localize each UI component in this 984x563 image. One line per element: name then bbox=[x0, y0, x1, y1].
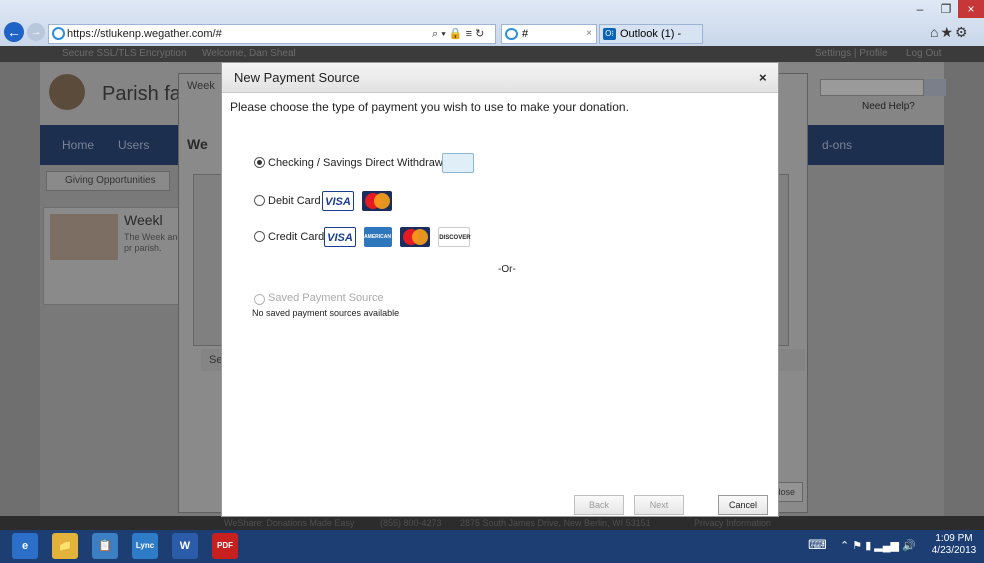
tab-label: # bbox=[522, 28, 529, 40]
debit-logos: VISA bbox=[322, 191, 397, 213]
or-separator: -Or- bbox=[498, 264, 516, 275]
background-dialog-title: We bbox=[187, 136, 208, 152]
dialog-title: New Payment Source bbox=[234, 70, 360, 85]
dialog-instruction: Please choose the type of payment you wi… bbox=[230, 100, 629, 114]
site-footer: WeShare: Donations Made Easy (855) 800-4… bbox=[0, 516, 984, 530]
weekly-card-title: Weekl bbox=[124, 212, 163, 228]
mastercard-logo bbox=[362, 191, 393, 211]
next-button[interactable]: Next bbox=[634, 495, 684, 515]
footer-privacy-link[interactable]: Privacy Information bbox=[694, 516, 771, 530]
back-button[interactable]: ← bbox=[4, 22, 24, 42]
tab-close-icon[interactable]: × bbox=[586, 25, 592, 43]
parish-logo bbox=[49, 74, 85, 110]
address-tools[interactable]: ⌕ ▾ 🔒 ≡ ↻ bbox=[432, 24, 484, 44]
settings-link[interactable]: Settings | Profile bbox=[815, 46, 888, 62]
check-logos bbox=[442, 153, 479, 175]
discover-logo: DISCOVER bbox=[438, 227, 471, 247]
no-saved-note: No saved payment sources available bbox=[252, 308, 400, 318]
forward-button[interactable]: → bbox=[27, 23, 45, 41]
ie-icon bbox=[52, 27, 65, 40]
ssl-text: Secure SSL/TLS Encryption bbox=[62, 48, 187, 59]
tab-outlook[interactable]: O⁝ Outlook (1) - dshe... bbox=[599, 24, 703, 58]
clock-time: 1:09 PM bbox=[935, 533, 973, 544]
explorer-taskbar-icon[interactable]: 📁 bbox=[52, 533, 78, 559]
dialog-header: New Payment Source × bbox=[222, 63, 778, 93]
url-text: https://stlukenp.wegather.com/# bbox=[67, 28, 222, 40]
address-bar[interactable]: https://stlukenp.wegather.com/# bbox=[48, 24, 496, 44]
site-top-strip: Secure SSL/TLS Encryption Welcome, Dan S… bbox=[0, 46, 984, 62]
back-button[interactable]: Back bbox=[574, 495, 624, 515]
welcome-text: Welcome, Dan Sheal bbox=[202, 48, 296, 59]
amex-logo: AMERICAN EXPRESS bbox=[364, 227, 416, 247]
saved-label: Saved Payment Source bbox=[268, 292, 384, 304]
radio-debit[interactable] bbox=[254, 195, 265, 206]
outlook-icon: O⁝ bbox=[603, 28, 616, 40]
ie-tab-icon bbox=[505, 28, 518, 40]
acrobat-taskbar-icon[interactable]: PDF bbox=[212, 533, 238, 559]
nav-addons[interactable]: d-ons bbox=[822, 125, 852, 165]
tray-icons[interactable]: ⌃ ⚑ ▮ ▂▄▆ 🔊 bbox=[840, 539, 916, 552]
browser-chrome: ← → https://stlukenp.wegather.com/# ⌕ ▾ … bbox=[0, 0, 984, 58]
check-icon bbox=[442, 153, 474, 173]
search-icon[interactable] bbox=[924, 79, 946, 96]
option-label[interactable]: Credit Card bbox=[268, 229, 324, 245]
weekly-card-image bbox=[50, 214, 118, 260]
footer-phone: (855) 800-4273 bbox=[380, 518, 442, 528]
option-label[interactable]: Debit Card bbox=[268, 193, 321, 209]
giving-opportunities-button[interactable]: Giving Opportunities bbox=[46, 171, 170, 191]
maximize-button[interactable]: ❐ bbox=[932, 0, 960, 18]
radio-credit[interactable] bbox=[254, 231, 265, 242]
windows-taskbar: e 📁 📋 Lync W PDF ⌨ ⌃ ⚑ ▮ ▂▄▆ 🔊 1:09 PM 4… bbox=[0, 530, 984, 563]
cancel-button[interactable]: Cancel bbox=[718, 495, 768, 515]
tab-wegather[interactable]: # × bbox=[501, 24, 597, 44]
need-help-link[interactable]: Need Help? bbox=[862, 101, 915, 112]
nav-users[interactable]: Users bbox=[118, 125, 149, 165]
lync-taskbar-icon[interactable]: Lync bbox=[132, 533, 158, 559]
browser-tools-icons[interactable]: ⌂★⚙ bbox=[930, 24, 970, 41]
site-search-input[interactable] bbox=[820, 79, 924, 96]
credit-logos: VISA AMERICAN EXPRESS DISCOVER bbox=[324, 227, 475, 249]
new-payment-source-dialog: New Payment Source × Please choose the t… bbox=[221, 62, 779, 517]
visa-logo: VISA bbox=[324, 227, 356, 247]
ie-taskbar-icon[interactable]: e bbox=[12, 533, 38, 559]
footer-address: 2875 South James Drive, New Berlin, WI 5… bbox=[460, 518, 651, 528]
logout-link[interactable]: Log Out bbox=[906, 46, 942, 62]
word-taskbar-icon[interactable]: W bbox=[172, 533, 198, 559]
radio-saved bbox=[254, 294, 265, 305]
nav-home[interactable]: Home bbox=[62, 125, 94, 165]
keyboard-icon[interactable]: ⌨ bbox=[808, 537, 827, 553]
clock-date: 4/23/2013 bbox=[931, 545, 977, 556]
option-label[interactable]: Checking / Savings Direct Withdrawal bbox=[268, 155, 451, 171]
close-icon[interactable]: × bbox=[759, 70, 767, 85]
outlook-taskbar-icon[interactable]: 📋 bbox=[92, 533, 118, 559]
radio-checking[interactable] bbox=[254, 157, 265, 168]
minimize-button[interactable]: – bbox=[906, 0, 934, 18]
taskbar-clock[interactable]: 1:09 PM 4/23/2013 bbox=[928, 533, 980, 557]
visa-logo: VISA bbox=[322, 191, 354, 211]
window-close-button[interactable]: × bbox=[958, 0, 984, 18]
footer-brand: WeShare: Donations Made Easy bbox=[224, 518, 355, 528]
mastercard-logo bbox=[400, 227, 431, 247]
